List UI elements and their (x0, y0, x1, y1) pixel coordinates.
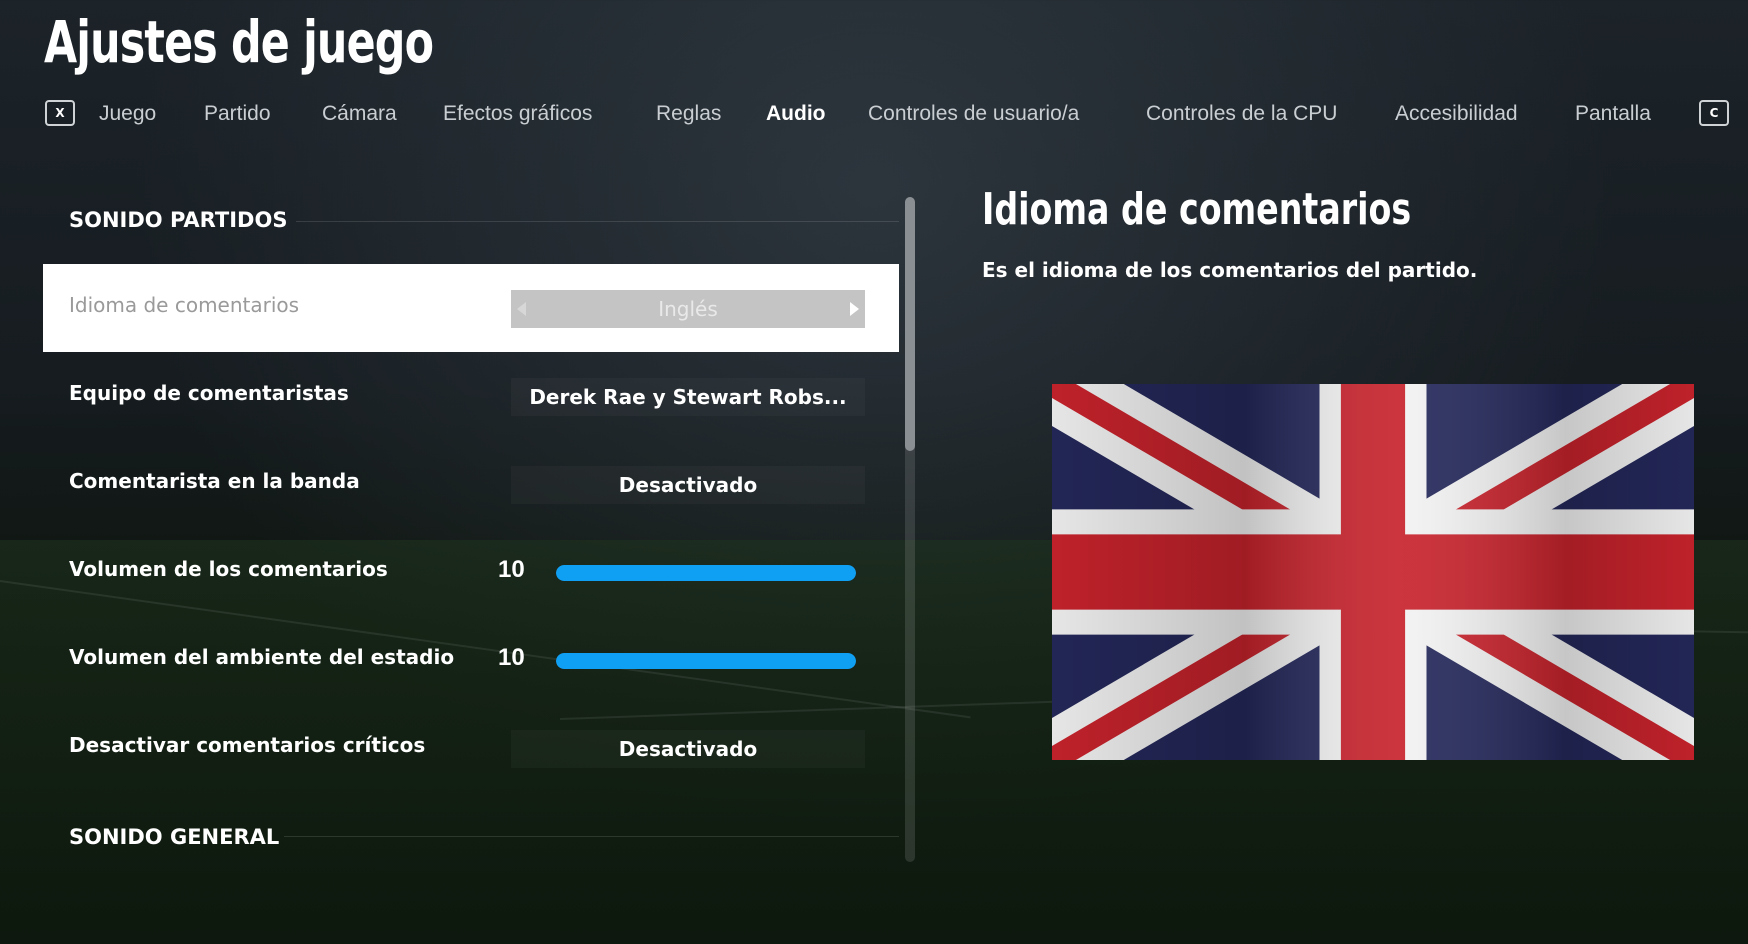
setting-label: Equipo de comentaristas (69, 381, 349, 405)
tab-juego[interactable]: Juego (99, 102, 156, 126)
next-tab-key-hint[interactable]: C (1699, 100, 1729, 126)
setting-row-comentarista-banda[interactable]: Comentarista en la banda Desactivado (43, 440, 899, 528)
selector-value: Inglés (658, 297, 718, 321)
tab-efectos-graficos[interactable]: Efectos gráficos (443, 102, 592, 126)
setting-label: Volumen del ambiente del estadio (69, 645, 455, 669)
setting-label: Volumen de los comentarios (69, 557, 388, 581)
setting-label: Idioma de comentarios (69, 293, 300, 317)
tab-controles-usuario[interactable]: Controles de usuario/a (868, 102, 1079, 126)
setting-row-idioma-comentarios[interactable]: Idioma de comentarios Inglés (43, 264, 899, 352)
setting-value[interactable]: Desactivado (511, 466, 865, 504)
page-title: Ajustes de juego (44, 8, 434, 76)
tab-pantalla[interactable]: Pantalla (1575, 102, 1651, 126)
tab-reglas[interactable]: Reglas (656, 102, 721, 126)
setting-value[interactable]: Derek Rae y Stewart Robs... (511, 378, 865, 416)
setting-row-equipo-comentaristas[interactable]: Equipo de comentaristas Derek Rae y Stew… (43, 352, 899, 440)
tab-controles-cpu[interactable]: Controles de la CPU (1146, 102, 1337, 126)
arrow-left-icon[interactable] (517, 302, 526, 316)
tab-accesibilidad[interactable]: Accesibilidad (1395, 102, 1518, 126)
prev-tab-key-hint[interactable]: X (45, 100, 75, 126)
settings-scrollbar[interactable] (905, 197, 915, 862)
tab-partido[interactable]: Partido (204, 102, 271, 126)
tab-camara[interactable]: Cámara (322, 102, 397, 126)
section-header-sonido-partidos: SONIDO PARTIDOS (69, 208, 288, 232)
setting-label: Desactivar comentarios críticos (69, 733, 426, 757)
union-jack-flag-image (1052, 384, 1694, 760)
slider-fill (556, 653, 856, 669)
volume-slider[interactable] (556, 653, 856, 669)
language-selector[interactable]: Inglés (511, 290, 865, 328)
slider-value: 10 (498, 556, 525, 583)
detail-title: Idioma de comentarios (982, 184, 1412, 235)
volume-slider[interactable] (556, 565, 856, 581)
setting-row-comentarios-criticos[interactable]: Desactivar comentarios críticos Desactiv… (43, 704, 899, 792)
arrow-right-icon[interactable] (850, 302, 859, 316)
setting-row-volumen-comentarios[interactable]: Volumen de los comentarios 10 (43, 528, 899, 616)
section-divider (296, 221, 899, 222)
setting-value[interactable]: Desactivado (511, 730, 865, 768)
scrollbar-thumb[interactable] (905, 197, 915, 451)
slider-fill (556, 565, 856, 581)
setting-row-volumen-ambiente[interactable]: Volumen del ambiente del estadio 10 (43, 616, 899, 704)
section-divider (284, 836, 899, 837)
tab-audio[interactable]: Audio (766, 102, 825, 126)
section-header-sonido-general: SONIDO GENERAL (69, 825, 280, 849)
detail-description: Es el idioma de los comentarios del part… (982, 258, 1478, 282)
setting-label: Comentarista en la banda (69, 469, 360, 493)
slider-value: 10 (498, 644, 525, 671)
tab-bar: X Juego Partido Cámara Efectos gráficos … (0, 96, 1748, 136)
